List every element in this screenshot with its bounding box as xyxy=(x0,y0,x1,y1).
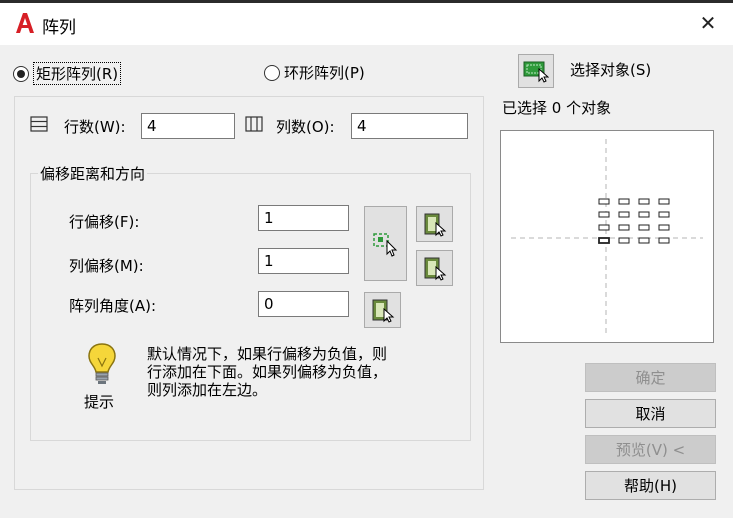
pick-both-offsets-button[interactable] xyxy=(364,206,407,281)
preview-cell xyxy=(618,237,630,244)
array-preview xyxy=(500,130,714,343)
preview-cell xyxy=(618,198,630,205)
radio-indicator-on xyxy=(13,65,29,82)
rows-icon xyxy=(30,116,48,136)
preview-cell xyxy=(658,237,670,244)
row-offset-input[interactable] xyxy=(258,205,349,231)
offset-group-title: 偏移距离和方向 xyxy=(38,163,148,184)
columns-icon xyxy=(245,116,263,136)
preview-cell xyxy=(618,211,630,218)
window-title: 阵列 xyxy=(42,18,76,38)
tip-text: 默认情况下，如果行偏移为负值，则 行添加在下面。如果列偏移为负值， 则列添加在左… xyxy=(147,345,387,399)
preview-cell xyxy=(598,211,610,218)
radio-indicator-off xyxy=(264,64,280,81)
column-offset-input[interactable] xyxy=(258,248,349,274)
help-button[interactable]: 帮助(H) xyxy=(585,471,716,500)
preview-button[interactable]: 预览(V) < xyxy=(585,435,716,464)
tip-caption: 提示 xyxy=(84,393,115,411)
tip-line-2: 行添加在下面。如果列偏移为负值， xyxy=(147,363,388,381)
pick-angle-icon xyxy=(372,299,394,323)
cancel-button[interactable]: 取消 xyxy=(585,399,716,428)
preview-cell xyxy=(658,198,670,205)
rows-input[interactable] xyxy=(141,113,235,139)
selected-count-status: 已选择 0 个对象 xyxy=(502,99,612,117)
preview-cell xyxy=(638,224,650,231)
pick-column-offset-button[interactable] xyxy=(416,250,453,286)
preview-cell xyxy=(618,224,630,231)
ok-button[interactable]: 确定 xyxy=(585,363,716,392)
close-icon: ✕ xyxy=(699,11,717,35)
columns-label: 列数(O): xyxy=(276,118,335,136)
pick-row-offset-icon xyxy=(424,213,446,237)
pick-row-offset-button[interactable] xyxy=(416,206,453,242)
preview-cell xyxy=(638,198,650,205)
pick-angle-button[interactable] xyxy=(364,292,401,328)
array-angle-label: 阵列角度(A): xyxy=(69,297,157,315)
lightbulb-icon xyxy=(86,342,118,390)
polar-array-label: 环形阵列(P) xyxy=(284,64,365,82)
rectangular-array-label: 矩形阵列(R) xyxy=(33,62,122,85)
autocad-logo-icon xyxy=(14,12,36,34)
pick-both-offsets-icon xyxy=(372,232,397,257)
preview-cell xyxy=(598,237,610,244)
column-offset-label: 列偏移(M): xyxy=(69,257,144,275)
tip-line-1: 默认情况下，如果行偏移为负值，则 xyxy=(147,345,388,363)
preview-cell xyxy=(598,198,610,205)
preview-cell xyxy=(638,237,650,244)
preview-cell xyxy=(598,224,610,231)
rectangular-array-radio[interactable]: 矩形阵列(R) xyxy=(13,62,122,85)
tip-line-3: 则列添加在左边。 xyxy=(147,381,268,399)
preview-cell xyxy=(658,224,670,231)
preview-cell xyxy=(658,211,670,218)
rows-label: 行数(W): xyxy=(64,118,126,136)
columns-input[interactable] xyxy=(351,113,468,139)
select-objects-label: 选择对象(S) xyxy=(570,61,652,79)
title-bar xyxy=(0,3,733,45)
select-objects-button[interactable] xyxy=(518,54,554,88)
select-objects-icon xyxy=(523,61,549,83)
close-button[interactable]: ✕ xyxy=(692,8,724,38)
pick-column-offset-icon xyxy=(424,257,446,281)
preview-cell xyxy=(638,211,650,218)
row-offset-label: 行偏移(F): xyxy=(69,213,140,231)
polar-array-radio[interactable]: 环形阵列(P) xyxy=(264,62,365,83)
array-angle-input[interactable] xyxy=(258,291,349,317)
